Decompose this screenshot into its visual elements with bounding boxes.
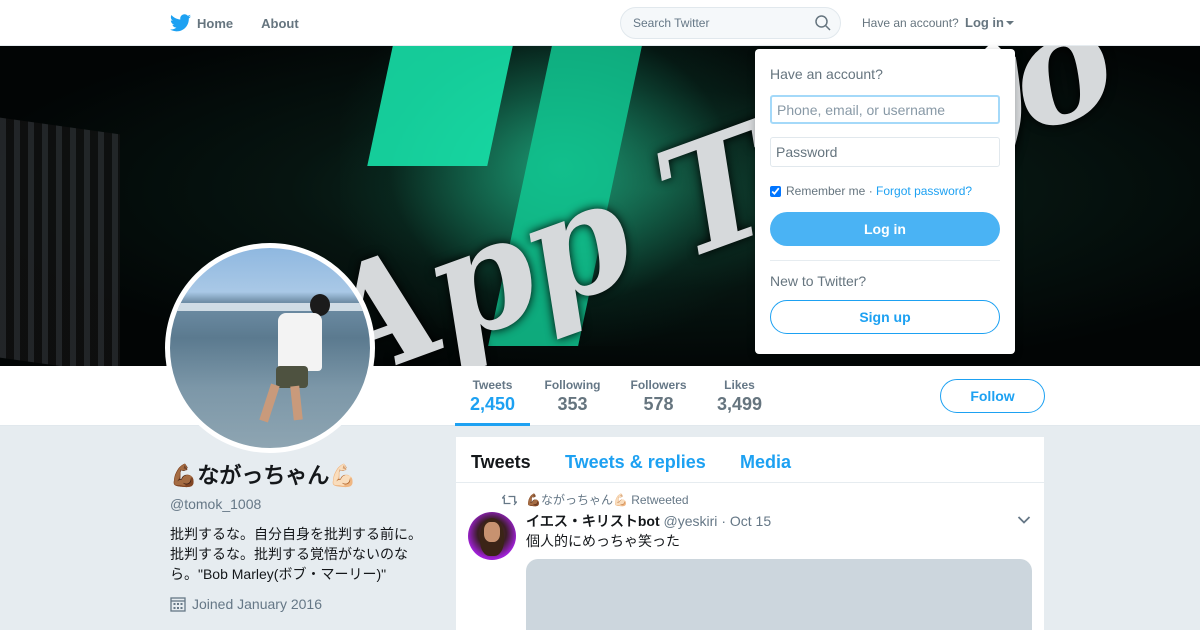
stat-value: 578 (643, 394, 674, 414)
chevron-down-icon[interactable] (1017, 515, 1031, 525)
remember-separator: · (868, 184, 873, 198)
stat-likes[interactable]: Likes 3,499 (712, 366, 767, 426)
stat-value: 3,499 (716, 394, 763, 414)
avatar-photo-person (278, 313, 322, 371)
caret-down-icon (1006, 21, 1014, 25)
stat-label: Followers (630, 378, 687, 392)
joined-label: Joined January 2016 (192, 596, 322, 612)
display-name[interactable]: 💪🏾ながっちゃん💪🏻 (170, 458, 440, 490)
search-input[interactable] (621, 8, 811, 38)
remember-me: Remember me · Forgot password? (770, 184, 972, 198)
nav-left: Home About (170, 0, 327, 46)
search-icon[interactable] (815, 15, 831, 31)
login-button[interactable]: Log in (770, 212, 1000, 246)
new-to-twitter-text: New to Twitter? (770, 273, 867, 289)
login-dropdown-title: Have an account? (770, 66, 883, 82)
tweet-media[interactable] (526, 559, 1032, 630)
profile-bio: 批判するな。自分自身を批判する前に。批判するな。批判する覚悟がないのなら。"Bo… (170, 526, 422, 582)
profile-handle[interactable]: @tomok_1008 (170, 496, 440, 512)
retweet-context-label[interactable]: 💪🏾ながっちゃん💪🏻 Retweeted (526, 491, 689, 508)
have-account-text: Have an account? (862, 16, 959, 30)
tweet-header: イエス・キリストbot @yeskiri · Oct 15 (526, 511, 771, 531)
stat-followers[interactable]: Followers 578 (627, 366, 690, 426)
tweet-text: 個人的にめっちゃ笑った (526, 533, 680, 549)
signup-button[interactable]: Sign up (770, 300, 1000, 334)
stat-label: Tweets (472, 378, 513, 392)
username-field[interactable] (770, 95, 1000, 124)
profile-card: 💪🏾ながっちゃん💪🏻 @tomok_1008 批判するな。自分自身を批判する前に… (170, 458, 440, 612)
password-field[interactable] (770, 137, 1000, 167)
tweet[interactable]: 💪🏾ながっちゃん💪🏻 Retweeted イエス・キリストbot @yeskir… (456, 437, 1044, 630)
follow-button[interactable]: Follow (940, 379, 1045, 413)
forgot-password-link[interactable]: Forgot password? (876, 184, 972, 198)
tweet-avatar[interactable] (468, 512, 516, 560)
tweet-author-name[interactable]: イエス・キリストbot (526, 513, 660, 529)
joined-date: Joined January 2016 (170, 596, 440, 612)
stat-following[interactable]: Following 353 (540, 366, 605, 426)
retweet-icon (502, 494, 517, 505)
dropdown-caret (985, 41, 1001, 49)
remember-me-checkbox[interactable] (770, 185, 781, 197)
about-link[interactable]: About (261, 16, 299, 31)
stat-value: 353 (557, 394, 588, 414)
stat-label: Likes (724, 378, 755, 392)
tweet-author-handle[interactable]: @yeskiri (664, 513, 718, 529)
avatar-photo-person (276, 366, 308, 388)
avatar-photo-person (290, 385, 303, 421)
calendar-icon (170, 597, 186, 612)
home-link[interactable]: Home (197, 16, 233, 31)
remember-me-label[interactable]: Remember me (786, 184, 865, 198)
stat-value: 2,450 (469, 394, 516, 414)
tweet-date[interactable]: Oct 15 (730, 513, 771, 529)
login-dropdown: Have an account? Remember me · Forgot pa… (755, 49, 1015, 354)
divider (770, 260, 1000, 261)
top-nav: Home About Have an account? Log in (0, 0, 1200, 46)
twitter-bird-icon[interactable] (170, 14, 191, 32)
retweet-context: 💪🏾ながっちゃん💪🏻 Retweeted (502, 491, 689, 508)
stat-label: Following (544, 378, 601, 392)
banner-decor-grid (0, 117, 120, 366)
avatar-photo-wave (170, 303, 370, 311)
stat-tweets[interactable]: Tweets 2,450 (455, 366, 530, 426)
login-toggle-label: Log in (965, 15, 1004, 30)
avatar[interactable] (165, 243, 375, 453)
tweet-avatar-figure (484, 522, 500, 542)
search-box (620, 7, 841, 39)
tweet-separator: · (721, 513, 726, 529)
login-dropdown-toggle[interactable]: Log in (965, 15, 1014, 30)
avatar-photo-person (259, 383, 280, 423)
banner-decor-shape (367, 46, 513, 166)
